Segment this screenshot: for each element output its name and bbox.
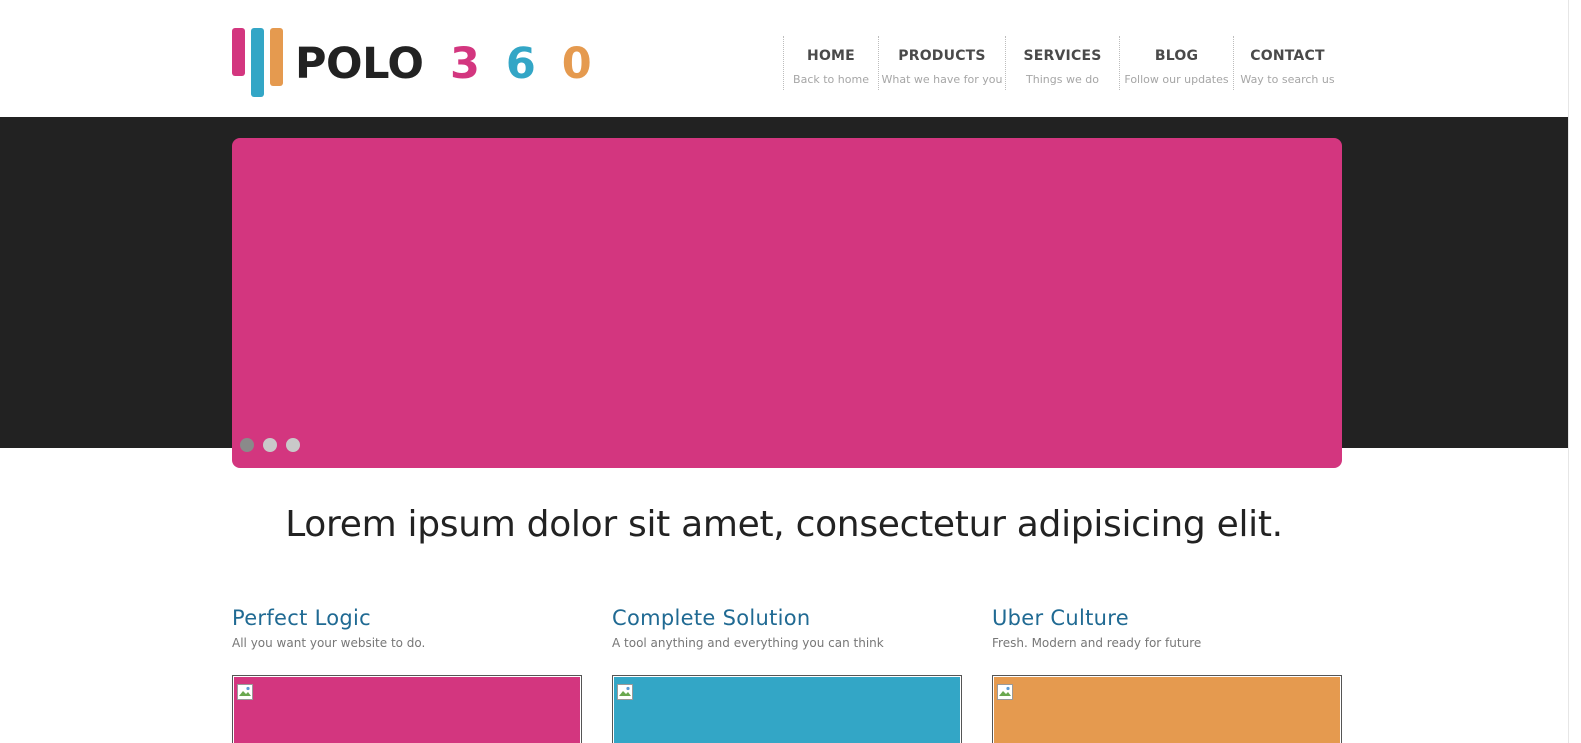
nav-item-sub: Things we do — [1026, 73, 1099, 86]
nav-item-label: SERVICES — [1023, 48, 1102, 64]
nav-item-sub: What we have for you — [881, 73, 1003, 86]
slider-dot[interactable] — [286, 438, 300, 452]
feature-image-fill — [994, 677, 1340, 743]
logo-text: POLO 3 6 0 — [295, 34, 592, 94]
nav-item-home[interactable]: HOME Back to home — [783, 36, 878, 90]
feature-title[interactable]: Complete Solution — [612, 603, 962, 633]
feature-subtitle: A tool anything and everything you can t… — [612, 636, 884, 650]
feature-column-perfect-logic: Perfect Logic All you want your website … — [232, 603, 582, 743]
image-slider[interactable] — [232, 138, 1342, 468]
nav-item-label: BLOG — [1154, 48, 1199, 64]
slider-dot[interactable] — [263, 438, 277, 452]
tagline-heading: Lorem ipsum dolor sit amet, consectetur … — [285, 504, 1283, 545]
nav-item-label: HOME — [807, 48, 855, 64]
logo-digit-0: 0 — [561, 39, 592, 89]
slider-dot[interactable] — [240, 438, 254, 452]
feature-image[interactable] — [992, 675, 1342, 743]
feature-column-uber-culture: Uber Culture Fresh. Modern and ready for… — [992, 603, 1342, 743]
nav-item-blog[interactable]: BLOG Follow our updates — [1119, 36, 1233, 90]
logo-word: POLO — [295, 39, 424, 89]
nav-item-sub: Back to home — [793, 73, 869, 86]
feature-column-complete-solution: Complete Solution A tool anything and ev… — [612, 603, 962, 743]
broken-image-icon — [237, 684, 253, 700]
nav-item-sub: Way to search us — [1240, 73, 1335, 86]
site-header: POLO 3 6 0 HOME Back to home PRODUCTS Wh… — [0, 0, 1568, 117]
logo[interactable]: POLO 3 6 0 — [230, 26, 592, 98]
nav-item-products[interactable]: PRODUCTS What we have for you — [878, 36, 1005, 90]
nav-item-contact[interactable]: CONTACT Way to search us — [1233, 36, 1341, 90]
logo-bar-pink — [232, 28, 245, 76]
main-nav: HOME Back to home PRODUCTS What we have … — [783, 36, 1341, 90]
logo-bar-blue — [251, 28, 264, 97]
feature-subtitle: Fresh. Modern and ready for future — [992, 636, 1202, 650]
feature-title[interactable]: Perfect Logic — [232, 603, 582, 633]
feature-image-fill — [614, 677, 960, 743]
feature-image[interactable] — [612, 675, 962, 743]
feature-image[interactable] — [232, 675, 582, 743]
slider-pagination — [240, 438, 300, 452]
feature-subtitle: All you want your website to do. — [232, 636, 426, 650]
nav-item-label: PRODUCTS — [898, 48, 986, 64]
logo-digit-6: 6 — [505, 39, 536, 89]
nav-item-label: CONTACT — [1250, 48, 1325, 64]
logo-digit-3: 3 — [449, 39, 480, 89]
nav-item-sub: Follow our updates — [1124, 73, 1229, 86]
logo-bar-orange — [270, 28, 283, 86]
broken-image-icon — [617, 684, 633, 700]
nav-item-services[interactable]: SERVICES Things we do — [1005, 36, 1119, 90]
feature-image-fill — [234, 677, 580, 743]
broken-image-icon — [997, 684, 1013, 700]
feature-title[interactable]: Uber Culture — [992, 603, 1342, 633]
page: POLO 3 6 0 HOME Back to home PRODUCTS Wh… — [0, 0, 1581, 743]
scrollbar[interactable] — [1568, 0, 1581, 743]
